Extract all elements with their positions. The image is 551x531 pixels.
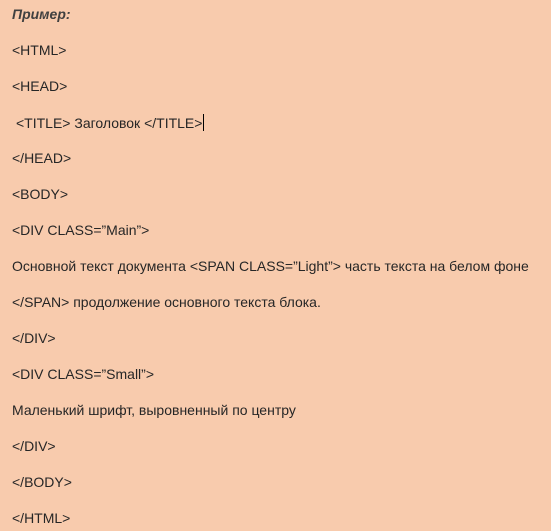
text-cursor (203, 114, 205, 131)
code-line-head-close: </HEAD> (12, 150, 72, 166)
code-line-head-open: <HEAD> (12, 78, 68, 94)
code-line-div-close-2: </DIV> (12, 438, 56, 454)
code-line-body-close: </BODY> (12, 474, 72, 490)
code-line-title: <TITLE> Заголовок </TITLE> (16, 114, 205, 131)
code-line-div-small: <DIV CLASS=”Small”> (12, 366, 154, 382)
code-line-main-text: Основной текст документа <SPAN CLASS=”Li… (12, 258, 529, 274)
code-line-div-close-1: </DIV> (12, 330, 56, 346)
code-line-html-close: </HTML> (12, 510, 71, 526)
code-line-div-main: <DIV CLASS=”Main”> (12, 222, 150, 238)
code-line-small-text: Маленький шрифт, выровненный по центру (12, 402, 296, 418)
code-line-body-open: <BODY> (12, 186, 69, 202)
example-heading: Пример: (12, 6, 71, 22)
code-line-html-open: <HTML> (12, 42, 67, 58)
code-line-title-text: <TITLE> Заголовок </TITLE> (16, 115, 203, 131)
code-line-span-close: </SPAN> продолжение основного текста бло… (12, 294, 321, 310)
document-page: Пример: <HTML> <HEAD> <TITLE> Заголовок … (0, 0, 551, 531)
